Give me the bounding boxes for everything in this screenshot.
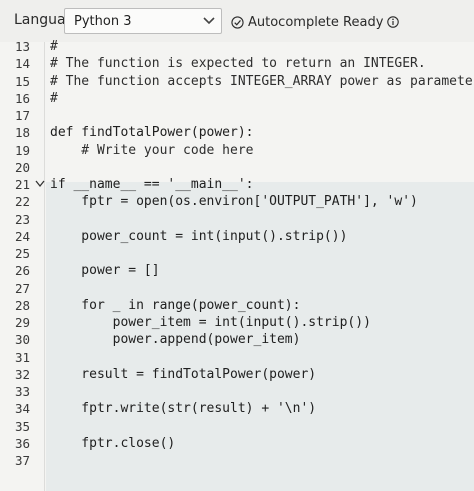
line-number: 26 [14, 263, 30, 279]
code-line[interactable]: 16 # [0, 90, 474, 107]
line-number: 15 [14, 73, 30, 89]
line-number: 37 [14, 453, 30, 468]
line-number: 16 [14, 90, 30, 106]
code-text: fptr = open(os.environ['OUTPUT_PATH'], '… [50, 194, 418, 210]
info-icon[interactable] [387, 16, 400, 28]
code-line[interactable]: 24 power_count = int(input().strip()) [0, 228, 474, 245]
line-number: 19 [14, 142, 30, 158]
line-number: 22 [14, 194, 30, 210]
check-circle-icon [231, 15, 244, 29]
code-line[interactable]: 17 [0, 107, 474, 124]
code-line[interactable]: 26 power = [] [0, 262, 474, 279]
code-line[interactable]: 27 [0, 280, 474, 297]
code-line[interactable]: 29 power_item = int(input().strip()) [0, 314, 474, 331]
line-number: 13 [14, 39, 30, 54]
code-text: power.append(power_item) [50, 332, 301, 348]
code-text: for _ in range(power_count): [50, 297, 301, 313]
code-line[interactable]: 23 [0, 211, 474, 228]
line-number: 34 [14, 401, 30, 417]
code-text: def findTotalPower(power): [50, 125, 254, 141]
line-number: 36 [14, 435, 30, 451]
code-line[interactable]: 25 [0, 245, 474, 262]
line-number: 27 [14, 280, 30, 296]
code-line[interactable]: 19 # Write your code here [0, 142, 474, 159]
code-line[interactable]: 33 [0, 383, 474, 400]
line-number: 24 [14, 228, 30, 244]
line-number: 18 [14, 125, 30, 141]
code-line[interactable]: 14 # The function is expected to return a… [0, 55, 474, 72]
code-line[interactable]: 34 fptr.write(str(result) + '\n') [0, 400, 474, 417]
code-text: # The function accepts INTEGER_ARRAY pow… [50, 73, 474, 89]
autocomplete-status-text: Autocomplete Ready [248, 14, 384, 30]
code-text: power_count = int(input().strip()) [50, 228, 348, 244]
code-text: if __name__ == '__main__': [50, 177, 254, 192]
code-text: # [50, 90, 58, 106]
code-line[interactable]: 36 fptr.close() [0, 435, 474, 452]
line-number: 31 [14, 349, 30, 365]
line-number: 30 [14, 332, 30, 348]
code-line[interactable]: 15 # The function accepts INTEGER_ARRAY p… [0, 73, 474, 90]
code-text: # The function is expected to return an … [50, 56, 426, 72]
line-number: 17 [14, 108, 30, 123]
fold-chevron-icon[interactable] [35, 180, 45, 188]
code-line[interactable]: 28 for _ in range(power_count): [0, 297, 474, 314]
code-text: fptr.close() [50, 435, 176, 451]
code-text: # Write your code here [50, 142, 254, 158]
code-line[interactable]: 30 power.append(power_item) [0, 331, 474, 348]
language-select[interactable]: Python 3 [64, 8, 222, 34]
code-text: # [50, 39, 58, 54]
line-number: 32 [14, 366, 30, 382]
line-number: 33 [14, 384, 30, 399]
code-line[interactable]: 35 [0, 418, 474, 435]
line-number: 20 [14, 159, 30, 175]
code-text: result = findTotalPower(power) [50, 366, 317, 382]
code-text: power_item = int(input().strip()) [50, 315, 371, 330]
language-select-value: Python 3 [74, 14, 132, 29]
editor-toolbar: Language Python 3 Autocomplete Ready [0, 0, 474, 42]
line-number: 29 [14, 315, 30, 330]
code-line[interactable]: 20 [0, 159, 474, 176]
code-line[interactable]: 21 if __name__ == '__main__': [0, 176, 474, 193]
code-line[interactable]: 22 fptr = open(os.environ['OUTPUT_PATH']… [0, 193, 474, 210]
code-editor[interactable]: 13 #14 # The function is expected to retur… [0, 39, 474, 491]
code-text: fptr.write(str(result) + '\n') [50, 401, 317, 417]
line-number: 23 [14, 211, 30, 227]
line-number: 28 [14, 297, 30, 313]
line-number: 21 [14, 177, 30, 192]
line-number: 25 [14, 246, 30, 261]
line-number: 14 [14, 56, 30, 72]
code-line[interactable]: 31 [0, 349, 474, 366]
code-line[interactable]: 37 [0, 452, 474, 469]
code-line[interactable]: 32 result = findTotalPower(power) [0, 366, 474, 383]
autocomplete-status: Autocomplete Ready [231, 13, 400, 31]
code-text: power = [] [50, 263, 160, 279]
chevron-down-icon [203, 17, 215, 25]
code-line[interactable]: 13 # [0, 38, 474, 55]
code-line[interactable]: 18 def findTotalPower(power): [0, 124, 474, 141]
line-number: 35 [14, 418, 30, 434]
